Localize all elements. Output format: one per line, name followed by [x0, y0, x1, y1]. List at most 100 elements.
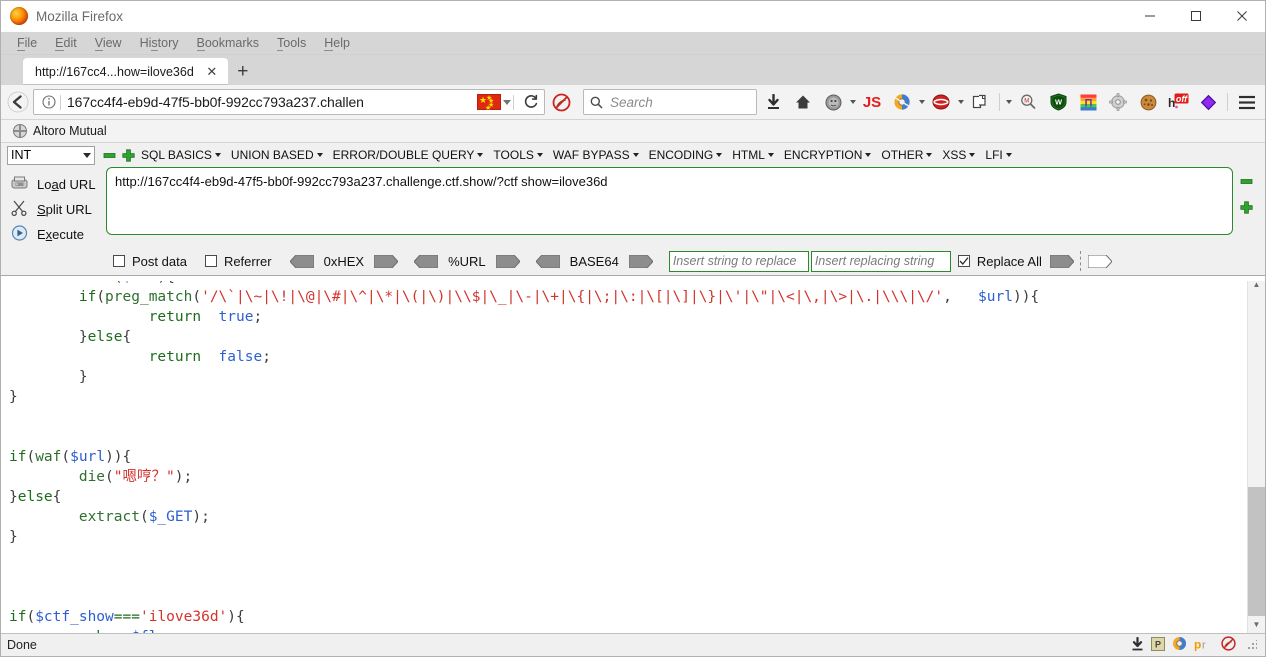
- vertical-scrollbar[interactable]: ▲ ▼: [1247, 276, 1265, 633]
- scrollbar-thumb[interactable]: [1248, 486, 1265, 616]
- scroll-down-button[interactable]: ▼: [1248, 616, 1265, 633]
- hex-encode-button[interactable]: [373, 254, 399, 268]
- noscript-icon-status[interactable]: [1221, 636, 1236, 654]
- bookmark-altoro-mutual[interactable]: Altoro Mutual: [9, 123, 111, 139]
- search-input[interactable]: Search: [610, 95, 653, 110]
- reload-icon[interactable]: [520, 89, 542, 115]
- menu-tools[interactable]: Tools: [269, 34, 314, 52]
- firebug-icon[interactable]: [888, 88, 916, 116]
- hex-decode-button[interactable]: [288, 254, 315, 268]
- toolbar-divider-2: [1227, 93, 1228, 111]
- url-decode-button[interactable]: [413, 254, 439, 268]
- flash-off-icon[interactable]: h off: [1164, 88, 1192, 116]
- url-bar[interactable]: 167cc4f4-eb9d-47f5-bb0f-992cc793a237.cha…: [33, 89, 545, 115]
- chevron-down-icon-ua[interactable]: [850, 100, 856, 104]
- proxy-p-icon[interactable]: P: [1151, 636, 1165, 654]
- hackbar-url-input[interactable]: http://167cc4f4-eb9d-47f5-bb0f-992cc793a…: [106, 167, 1233, 235]
- cookie-icon[interactable]: [1134, 88, 1162, 116]
- download-arrow-icon[interactable]: [1131, 636, 1144, 654]
- menu-edit[interactable]: Edit: [47, 34, 85, 52]
- china-flag-icon[interactable]: ★ ★ ★ ★ ★: [477, 94, 501, 112]
- hackbar-menu-union-based[interactable]: UNION BASED: [226, 148, 328, 162]
- page-info-icon[interactable]: [40, 95, 58, 109]
- tab-active[interactable]: http://167cc4...how=ilove36d ✕: [23, 58, 228, 85]
- menu-history[interactable]: History: [132, 34, 187, 52]
- diamond-icon[interactable]: [1194, 88, 1222, 116]
- replace-to-input[interactable]: Insert replacing string: [810, 250, 951, 272]
- replace-revert-button[interactable]: [1087, 254, 1113, 268]
- chevron-down-icon[interactable]: [503, 99, 511, 105]
- referrer-checkbox[interactable]: [204, 255, 217, 267]
- javascript-toggle-icon[interactable]: JS: [858, 88, 886, 116]
- code-token: }: [9, 529, 18, 545]
- hackbar-menu-xss[interactable]: XSS: [937, 148, 980, 162]
- code-token: $url: [978, 289, 1013, 305]
- code-token: if: [9, 609, 27, 625]
- wappalyzer-icon[interactable]: M: [1014, 88, 1042, 116]
- close-button[interactable]: [1219, 1, 1265, 31]
- maximize-button[interactable]: [1173, 1, 1219, 31]
- bookmark-label: Altoro Mutual: [33, 124, 107, 138]
- rainbow-icon[interactable]: Π: [1074, 88, 1102, 116]
- close-icon[interactable]: ✕: [204, 64, 220, 80]
- adblock-shield-icon[interactable]: W: [1044, 88, 1072, 116]
- back-arrow-icon[interactable]: [5, 89, 31, 115]
- code-token: (: [26, 449, 36, 465]
- hackbar-menu-error-double-query[interactable]: ERROR/DOUBLE QUERY: [328, 148, 489, 162]
- chevron-down-icon-firebug[interactable]: [919, 100, 925, 104]
- replace-all-checkbox[interactable]: [957, 255, 970, 267]
- hackbar-menu-lfi[interactable]: LFI: [980, 148, 1016, 162]
- base64-encode-button[interactable]: [628, 254, 654, 268]
- noscript-icon[interactable]: [547, 88, 575, 116]
- hackbar-menu-tools[interactable]: TOOLS: [488, 148, 547, 162]
- scrollbar-track[interactable]: [1248, 293, 1265, 616]
- search-box[interactable]: Search: [583, 89, 757, 115]
- menu-bookmarks[interactable]: Bookmarks: [189, 34, 268, 52]
- encoding-type-select[interactable]: INT: [7, 145, 95, 165]
- pr-icon[interactable]: pr: [1194, 637, 1214, 654]
- split-url-button[interactable]: Split URL: [1, 197, 106, 222]
- chevron-down-icon-tamper[interactable]: [1006, 100, 1012, 104]
- code-token: ;: [175, 629, 184, 633]
- chevron-down-icon-hackbar[interactable]: [958, 100, 964, 104]
- menu-file[interactable]: FFileile: [9, 34, 45, 52]
- hackbar-menu-waf-bypass[interactable]: WAF BYPASS: [548, 148, 644, 162]
- hackbar-menu-other[interactable]: OTHER: [876, 148, 937, 162]
- load-url-button[interactable]: Load URL: [1, 172, 106, 197]
- firebug-icon-status[interactable]: [1172, 636, 1187, 654]
- replace-from-input[interactable]: Insert string to replace: [668, 250, 809, 272]
- hackbar-icon[interactable]: [927, 88, 955, 116]
- menu-view[interactable]: View: [87, 34, 130, 52]
- side-remove-button[interactable]: [1240, 175, 1253, 191]
- url-encode-button[interactable]: [495, 254, 521, 268]
- new-tab-button[interactable]: +: [228, 58, 258, 85]
- resize-grip[interactable]: [1247, 640, 1257, 650]
- execute-button[interactable]: Execute: [1, 222, 106, 247]
- chevron-down-icon-m4: [632, 153, 639, 157]
- code-token: (: [192, 289, 202, 305]
- execute-label: Execute: [37, 227, 84, 242]
- code-token: }: [9, 389, 18, 405]
- home-icon[interactable]: [789, 88, 817, 116]
- hackbar-menu-encryption[interactable]: ENCRYPTION: [779, 148, 876, 162]
- add-row-button[interactable]: [120, 146, 136, 164]
- replace-apply-button[interactable]: [1049, 254, 1075, 268]
- chevron-down-icon-m7: [865, 153, 872, 157]
- hackbar-menu-encoding[interactable]: ENCODING: [644, 148, 728, 162]
- hamburger-menu-icon[interactable]: [1233, 88, 1261, 116]
- downloads-arrow-icon[interactable]: [759, 88, 787, 116]
- gear-icon[interactable]: [1104, 88, 1132, 116]
- hackbar-menu-sql-basics[interactable]: SQL BASICS: [136, 148, 226, 162]
- side-add-button[interactable]: [1239, 201, 1253, 217]
- menu-help[interactable]: Help: [316, 34, 358, 52]
- user-agent-switcher-icon[interactable]: [819, 88, 847, 116]
- remove-row-button[interactable]: [101, 146, 117, 164]
- php-source-output: function waf($url){ if(preg_match('/\`|\…: [1, 276, 1247, 633]
- minimize-button[interactable]: [1127, 1, 1173, 31]
- base64-decode-button[interactable]: [534, 254, 561, 268]
- post-data-checkbox[interactable]: [113, 255, 125, 267]
- hackbar-menu-html[interactable]: HTML: [727, 148, 779, 162]
- tamper-data-icon[interactable]: [966, 88, 994, 116]
- toolbar-divider: [999, 93, 1000, 111]
